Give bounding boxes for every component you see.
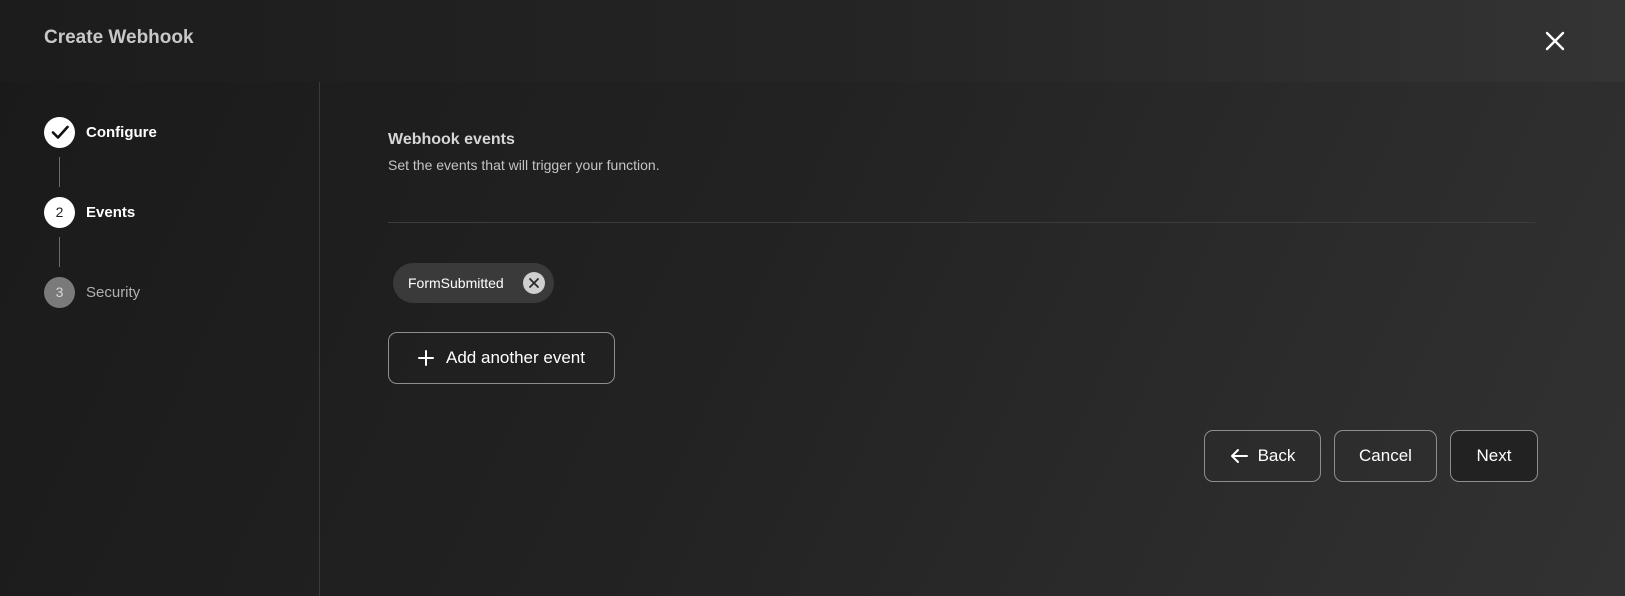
checkmark-icon — [51, 125, 69, 139]
plus-icon — [418, 350, 435, 366]
step-connector — [59, 157, 60, 187]
arrow-left-icon — [1230, 448, 1248, 464]
step-events-circle: 2 — [44, 196, 75, 228]
close-icon — [1545, 31, 1565, 51]
back-button[interactable]: Back — [1204, 430, 1321, 482]
remove-event-button[interactable] — [523, 272, 545, 294]
sidebar-divider — [319, 82, 320, 596]
event-chip-label: FormSubmitted — [408, 275, 504, 291]
step-configure-circle — [44, 116, 75, 148]
section-subtitle: Set the events that will trigger your fu… — [388, 157, 660, 173]
next-label: Next — [1476, 446, 1512, 465]
step-connector — [59, 237, 60, 267]
content-divider — [388, 222, 1535, 223]
step-security-circle: 3 — [44, 276, 75, 308]
step-security-label: Security — [86, 283, 141, 301]
remove-circle-icon — [529, 278, 539, 288]
section-title: Webhook events — [388, 131, 515, 148]
add-event-button[interactable]: Add another event — [388, 332, 615, 384]
event-chip: FormSubmitted — [393, 263, 554, 303]
step-security[interactable]: 3 Security — [44, 276, 140, 308]
step-events-label: Events — [86, 203, 136, 221]
close-button[interactable] — [1535, 21, 1575, 61]
next-button[interactable]: Next — [1450, 430, 1538, 482]
step-configure-label: Configure — [86, 123, 157, 141]
add-event-label: Add another event — [446, 348, 585, 367]
cancel-button[interactable]: Cancel — [1334, 430, 1437, 482]
stepper-sidebar — [0, 82, 319, 596]
step-configure[interactable]: Configure — [44, 116, 157, 148]
dialog-title: Create Webhook — [44, 27, 194, 48]
dialog-header: Create Webhook — [0, 0, 1625, 82]
cancel-label: Cancel — [1359, 446, 1412, 465]
back-label: Back — [1257, 446, 1296, 465]
step-events[interactable]: 2 Events — [44, 196, 135, 228]
